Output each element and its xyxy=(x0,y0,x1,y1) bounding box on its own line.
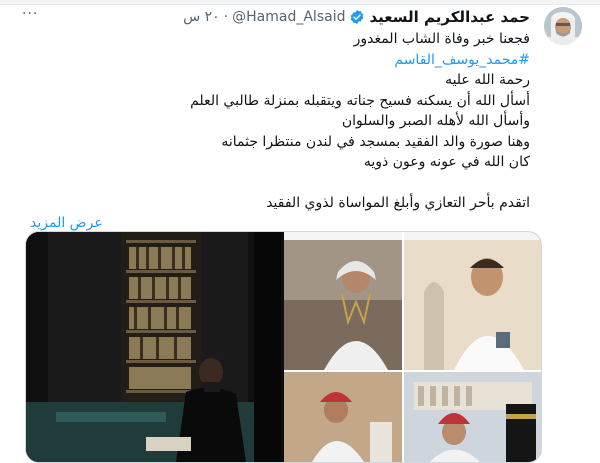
avatar[interactable] xyxy=(544,7,582,45)
author-handle[interactable]: @Hamad_Alsaid xyxy=(232,9,345,25)
timestamp[interactable]: ٢٠ س xyxy=(183,9,220,25)
tweet-media[interactable] xyxy=(25,231,542,463)
tweet-header: حمد عبدالكريم السعيد @Hamad_Alsaid · ٢٠ … xyxy=(183,6,530,28)
tweet-line: وأسأل الله لأهله الصبر والسلوان xyxy=(341,113,530,129)
media-photo-mosque[interactable] xyxy=(26,232,281,462)
more-options-icon[interactable]: ··· xyxy=(22,6,38,22)
tweet[interactable]: حمد عبدالكريم السعيد @Hamad_Alsaid · ٢٠ … xyxy=(0,0,600,463)
tweet-line: فجعنا خبر وفاة الشاب المغدور xyxy=(353,31,530,47)
tweet-line: أسأل الله أن يسكنه فسيح جناته ويتقبله بم… xyxy=(190,92,530,109)
separator-dot: · xyxy=(223,9,229,25)
author-name[interactable]: حمد عبدالكريم السعيد xyxy=(369,8,530,26)
media-photo-collage[interactable] xyxy=(284,232,541,462)
tweet-text: فجعنا خبر وفاة الشاب المغدور #محمد_يوسف_… xyxy=(30,29,530,234)
tweet-line: وهنا صورة والد الفقيد بمسجد في لندن منتظ… xyxy=(221,133,530,150)
avatar-portrait-icon xyxy=(544,7,582,45)
tweet-line: اتقدم بأحر التعازي وأبلغ المواساة لذوي ا… xyxy=(266,194,530,211)
photo-mosque-icon xyxy=(26,232,281,462)
photo-collage-icon xyxy=(284,232,541,462)
tweet-line: رحمة الله عليه xyxy=(445,72,530,88)
hashtag-link[interactable]: #محمد_يوسف_القاسم xyxy=(30,50,530,71)
verified-badge-icon xyxy=(349,9,365,25)
tweet-line: كان الله في عونه وعون ذويه xyxy=(363,154,530,170)
